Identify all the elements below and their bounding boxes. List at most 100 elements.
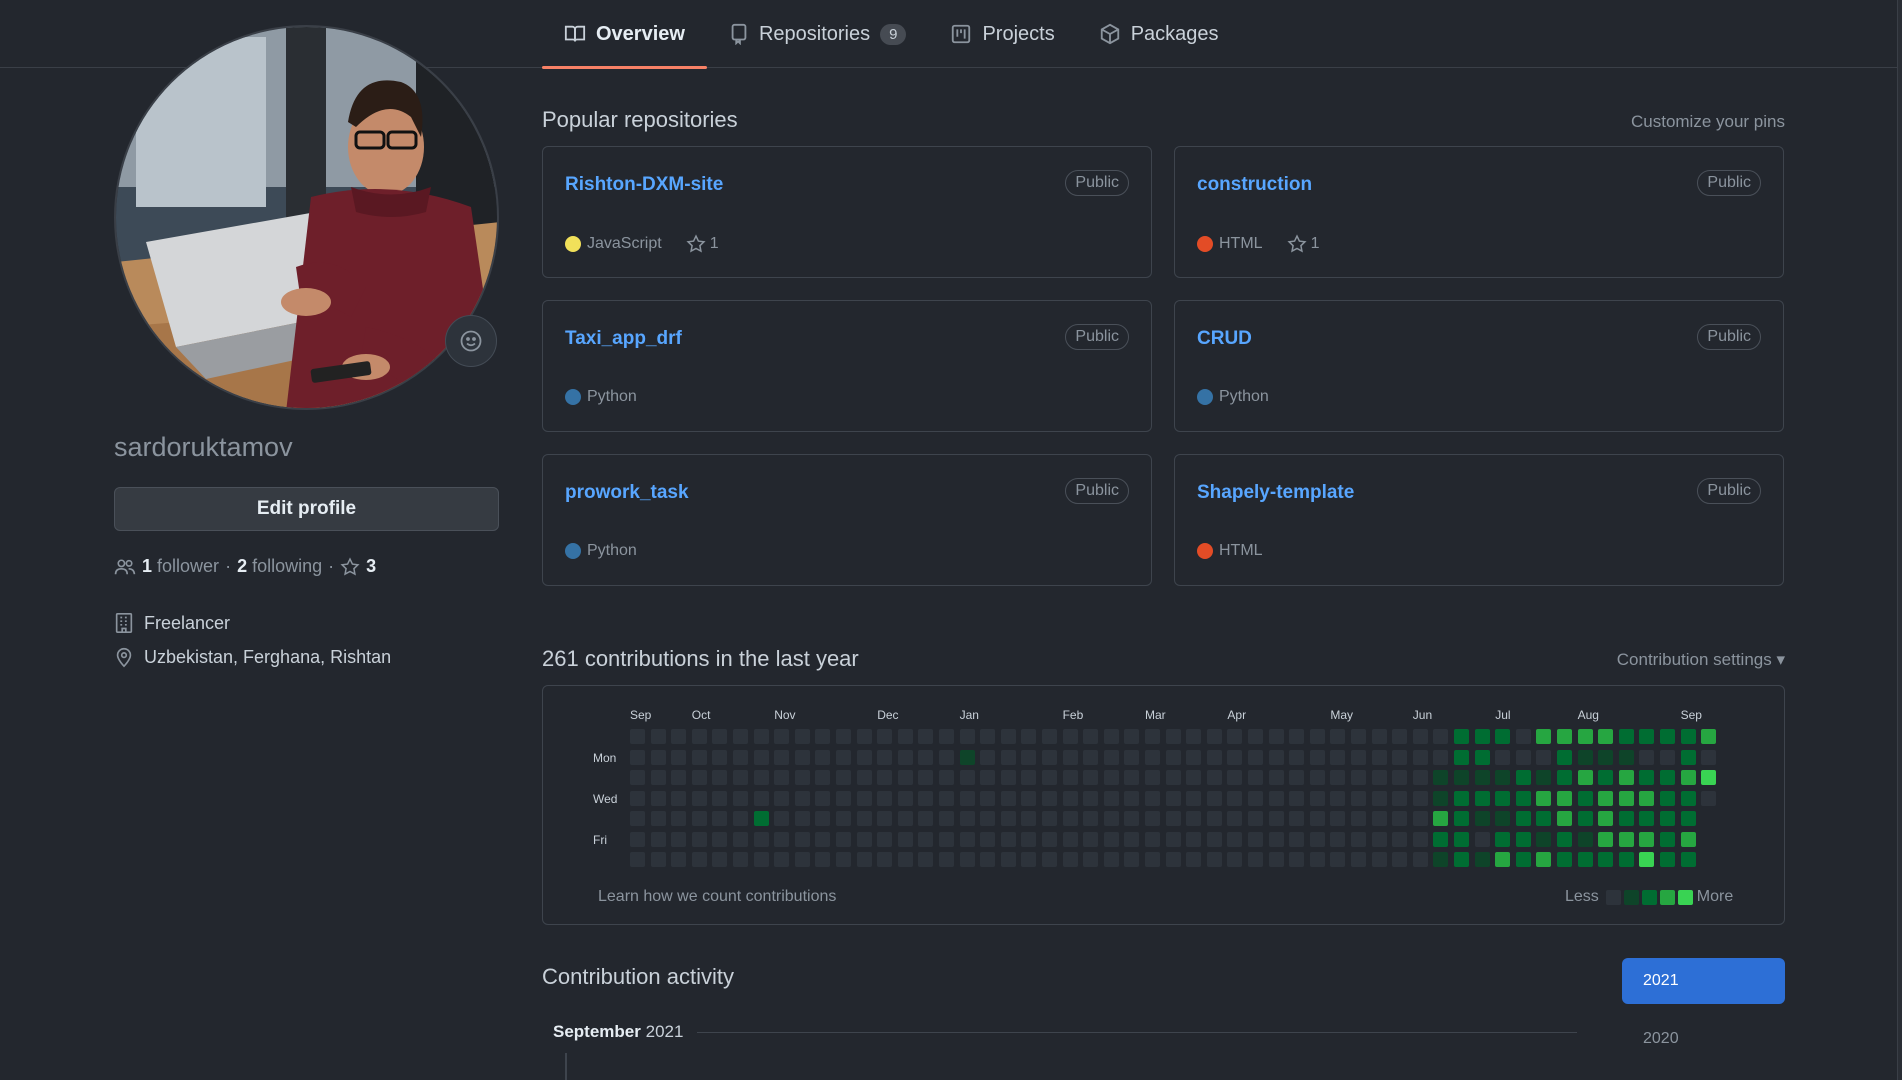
- contribution-day[interactable]: [650, 749, 666, 765]
- contribution-day[interactable]: [959, 790, 975, 806]
- contribution-day[interactable]: [1042, 770, 1057, 785]
- contribution-day[interactable]: [630, 852, 645, 867]
- contribution-day[interactable]: [815, 790, 831, 806]
- contribution-day[interactable]: [1309, 729, 1325, 744]
- contribution-day[interactable]: [856, 749, 872, 765]
- contribution-day[interactable]: [1412, 770, 1428, 785]
- contribution-day[interactable]: [1371, 770, 1387, 785]
- contribution-day[interactable]: [1000, 749, 1016, 765]
- contribution-day[interactable]: [1186, 749, 1202, 765]
- contribution-day[interactable]: [1248, 852, 1263, 867]
- contribution-day[interactable]: [836, 770, 851, 785]
- contribution-day[interactable]: [1701, 729, 1717, 744]
- learn-contributions-link[interactable]: Learn how we count contributions: [598, 888, 836, 906]
- contribution-day[interactable]: [1598, 749, 1614, 765]
- contribution-day[interactable]: [1536, 790, 1552, 806]
- contribution-day[interactable]: [1206, 852, 1222, 867]
- contribution-day[interactable]: [1227, 831, 1243, 847]
- contribution-day[interactable]: [1454, 729, 1469, 744]
- contribution-day[interactable]: [1309, 831, 1325, 847]
- contribution-day[interactable]: [1021, 811, 1037, 826]
- contribution-day[interactable]: [1454, 811, 1469, 826]
- contribution-day[interactable]: [1062, 852, 1078, 867]
- contribution-day[interactable]: [1227, 770, 1243, 785]
- contribution-day[interactable]: [733, 852, 748, 867]
- contribution-day[interactable]: [774, 831, 790, 847]
- contribution-day[interactable]: [1289, 790, 1305, 806]
- contribution-day[interactable]: [1680, 852, 1696, 867]
- contribution-day[interactable]: [1412, 831, 1428, 847]
- contribution-day[interactable]: [1515, 749, 1531, 765]
- contribution-day[interactable]: [1124, 790, 1140, 806]
- contribution-day[interactable]: [897, 770, 913, 785]
- contribution-day[interactable]: [1330, 729, 1346, 744]
- contribution-day[interactable]: [1083, 831, 1099, 847]
- contribution-day[interactable]: [1289, 770, 1305, 785]
- contribution-day[interactable]: [774, 790, 790, 806]
- contribution-day[interactable]: [1206, 811, 1222, 826]
- contribution-day[interactable]: [1268, 749, 1284, 765]
- contribution-day[interactable]: [1660, 831, 1675, 847]
- contribution-day[interactable]: [877, 790, 893, 806]
- contribution-day[interactable]: [815, 811, 831, 826]
- contribution-day[interactable]: [1268, 770, 1284, 785]
- contribution-day[interactable]: [1598, 852, 1614, 867]
- contribution-day[interactable]: [1371, 852, 1387, 867]
- contribution-day[interactable]: [918, 749, 934, 765]
- contribution-day[interactable]: [959, 729, 975, 744]
- contribution-day[interactable]: [1309, 852, 1325, 867]
- contribution-day[interactable]: [1330, 749, 1346, 765]
- contribution-day[interactable]: [650, 729, 666, 744]
- contribution-day[interactable]: [1227, 811, 1243, 826]
- contribution-day[interactable]: [856, 770, 872, 785]
- contribution-day[interactable]: [1392, 831, 1408, 847]
- contribution-day[interactable]: [1495, 831, 1511, 847]
- contribution-day[interactable]: [980, 770, 996, 785]
- contribution-day[interactable]: [1598, 831, 1614, 847]
- contribution-day[interactable]: [1639, 852, 1655, 867]
- contribution-day[interactable]: [1124, 852, 1140, 867]
- contribution-day[interactable]: [774, 852, 790, 867]
- contribution-day[interactable]: [1474, 852, 1490, 867]
- contribution-day[interactable]: [630, 831, 645, 847]
- contribution-day[interactable]: [650, 790, 666, 806]
- customize-pins-link[interactable]: Customize your pins: [1631, 112, 1785, 132]
- contribution-day[interactable]: [1577, 749, 1593, 765]
- contribution-day[interactable]: [939, 811, 954, 826]
- contribution-day[interactable]: [1371, 811, 1387, 826]
- contribution-day[interactable]: [1145, 790, 1160, 806]
- contribution-day[interactable]: [671, 770, 687, 785]
- contribution-day[interactable]: [1412, 729, 1428, 744]
- contribution-day[interactable]: [753, 790, 769, 806]
- contribution-day[interactable]: [1103, 811, 1119, 826]
- contribution-day[interactable]: [897, 831, 913, 847]
- contribution-day[interactable]: [1227, 790, 1243, 806]
- contribution-day[interactable]: [774, 729, 790, 744]
- contribution-day[interactable]: [753, 749, 769, 765]
- contribution-day[interactable]: [856, 729, 872, 744]
- contribution-day[interactable]: [1083, 852, 1099, 867]
- year-2021-button[interactable]: 2021: [1622, 958, 1785, 1004]
- repo-name-link[interactable]: Shapely-template: [1197, 482, 1354, 504]
- contribution-day[interactable]: [1062, 811, 1078, 826]
- contribution-day[interactable]: [1639, 770, 1655, 785]
- contribution-day[interactable]: [1433, 852, 1449, 867]
- contribution-day[interactable]: [1165, 852, 1181, 867]
- contribution-day[interactable]: [1268, 729, 1284, 744]
- contribution-day[interactable]: [836, 852, 851, 867]
- contribution-day[interactable]: [897, 749, 913, 765]
- contribution-day[interactable]: [1433, 811, 1449, 826]
- contribution-day[interactable]: [1454, 749, 1469, 765]
- contribution-day[interactable]: [1474, 790, 1490, 806]
- contribution-day[interactable]: [691, 811, 707, 826]
- contribution-day[interactable]: [733, 790, 748, 806]
- repo-name-link[interactable]: Rishton-DXM-site: [565, 174, 723, 196]
- contribution-day[interactable]: [1412, 811, 1428, 826]
- contribution-day[interactable]: [1660, 790, 1675, 806]
- contribution-day[interactable]: [1062, 831, 1078, 847]
- contribution-day[interactable]: [1680, 790, 1696, 806]
- contribution-day[interactable]: [733, 770, 748, 785]
- contribution-day[interactable]: [1392, 749, 1408, 765]
- contribution-day[interactable]: [1474, 831, 1490, 847]
- contribution-day[interactable]: [1680, 831, 1696, 847]
